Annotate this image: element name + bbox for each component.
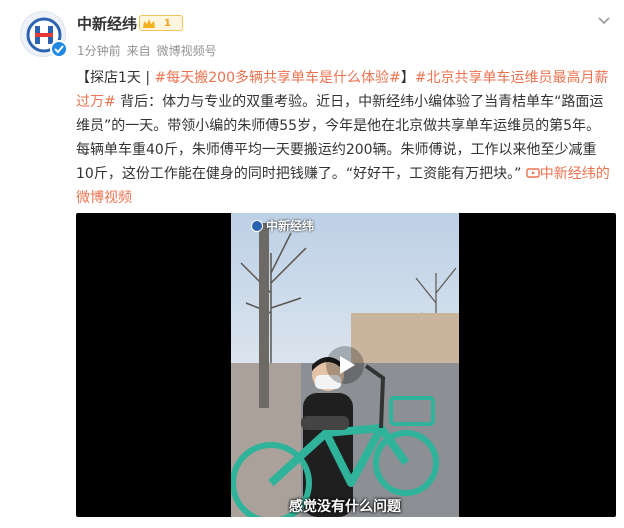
chevron-down-icon[interactable] — [596, 12, 612, 25]
hashtag-link[interactable]: #每天搬200多辆共享单车是什么体验# — [155, 70, 401, 86]
source-prefix: 来自 — [126, 44, 151, 58]
video-frame: 中新经纬 感觉没有什么问题 — [231, 213, 459, 517]
bracket-open: 【 — [76, 70, 90, 86]
weibo-post: 中新经纬 1 1分钟前 来自 微博视频号 【探店1天 | #每天搬200多辆共享… — [0, 0, 624, 528]
post-body: 背后：体力与专业的双重考验。近日，中新经纬小编体验了当青桔单车“路面运维员”的一… — [76, 94, 604, 182]
crown-icon — [140, 15, 158, 31]
video-icon — [526, 168, 540, 178]
column-name: 探店1天 — [90, 70, 141, 86]
watermark-text: 中新经纬 — [266, 219, 315, 233]
level-number: 1 — [164, 17, 171, 29]
logo-icon — [251, 219, 263, 232]
verified-icon — [50, 40, 68, 58]
play-button[interactable] — [326, 346, 364, 384]
separator: | — [140, 70, 155, 86]
post-text: 【探店1天 | #每天搬200多辆共享单车是什么体验#】#北京共享单车运维员最高… — [76, 66, 610, 234]
post-source[interactable]: 微博视频号 — [157, 42, 217, 59]
video-watermark: 中新经纬 — [251, 217, 314, 234]
video-subtitle: 感觉没有什么问题 — [289, 499, 401, 515]
post-time[interactable]: 1分钟前 — [77, 42, 121, 59]
video-player[interactable]: 中新经纬 感觉没有什么问题 — [76, 213, 616, 517]
play-icon — [340, 356, 355, 374]
post-meta: 1分钟前 来自 微博视频号 — [77, 42, 217, 59]
bracket-close: 】 — [400, 70, 415, 86]
level-badge[interactable]: 1 — [139, 15, 183, 31]
account-name[interactable]: 中新经纬 — [77, 13, 137, 34]
